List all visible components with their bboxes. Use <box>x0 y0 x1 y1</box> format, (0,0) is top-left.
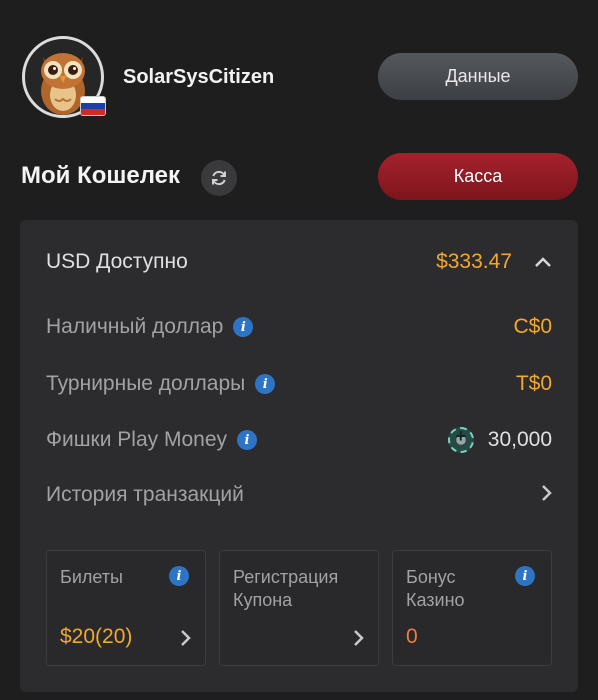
refresh-icon <box>212 170 226 186</box>
play-money-row: Фишки Play Money i 30,000 <box>46 423 552 457</box>
casino-bonus-title: Бонус Казино <box>406 566 465 612</box>
coupon-title-line1: Регистрация <box>233 567 339 587</box>
casino-title-line1: Бонус <box>406 567 456 587</box>
tournament-dollars-label: Турнирные доллары <box>46 372 246 395</box>
usd-available-value: $333.47 <box>436 250 512 273</box>
casino-title-line2: Казино <box>406 590 465 610</box>
tournament-dollars-row: Турнирные доллары i T$0 <box>46 367 552 401</box>
tournament-dollars-value: T$0 <box>515 372 552 395</box>
casino-bonus-value: 0 <box>406 625 418 648</box>
flag-stripe-red <box>81 109 105 115</box>
play-money-chip-icon[interactable] <box>447 426 474 453</box>
coupon-registration-card[interactable]: Регистрация Купона <box>219 550 379 666</box>
usd-available-row[interactable]: USD Доступно $333.47 <box>46 245 552 279</box>
info-icon[interactable]: i <box>169 566 189 586</box>
transaction-history-row[interactable]: История транзакций <box>46 478 552 512</box>
play-money-value: 30,000 <box>487 428 552 451</box>
tickets-title: Билеты <box>60 567 123 587</box>
username: SolarSysCitizen <box>123 66 275 88</box>
cash-dollar-label: Наличный доллар <box>46 315 224 338</box>
usd-available-label: USD Доступно <box>46 250 188 273</box>
transaction-history-label: История транзакций <box>46 483 244 506</box>
coupon-title-line2: Купона <box>233 590 293 610</box>
tickets-card[interactable]: Билеты i $20(20) <box>46 550 206 666</box>
info-icon[interactable]: i <box>515 566 535 586</box>
wallet-title: Мой Кошелек <box>21 162 181 189</box>
info-icon[interactable]: i <box>255 374 276 394</box>
play-money-label: Фишки Play Money <box>46 428 228 451</box>
cash-dollar-row: Наличный доллар i C$0 <box>46 310 552 344</box>
chevron-right-icon <box>352 629 364 652</box>
casino-bonus-card[interactable]: Бонус Казино i 0 <box>392 550 552 666</box>
info-icon[interactable]: i <box>237 430 258 450</box>
country-flag-icon <box>80 96 106 116</box>
chevron-right-icon <box>540 484 552 507</box>
chevron-right-icon <box>179 629 191 652</box>
info-icon[interactable]: i <box>233 317 254 337</box>
cashier-button[interactable]: Касса <box>378 153 578 200</box>
refresh-button[interactable] <box>201 160 237 196</box>
data-button[interactable]: Данные <box>378 53 578 100</box>
coupon-registration-title: Регистрация Купона <box>233 566 338 612</box>
chevron-up-icon[interactable] <box>534 250 552 274</box>
tickets-value: $20(20) <box>60 625 133 648</box>
cash-dollar-value: C$0 <box>513 315 552 338</box>
